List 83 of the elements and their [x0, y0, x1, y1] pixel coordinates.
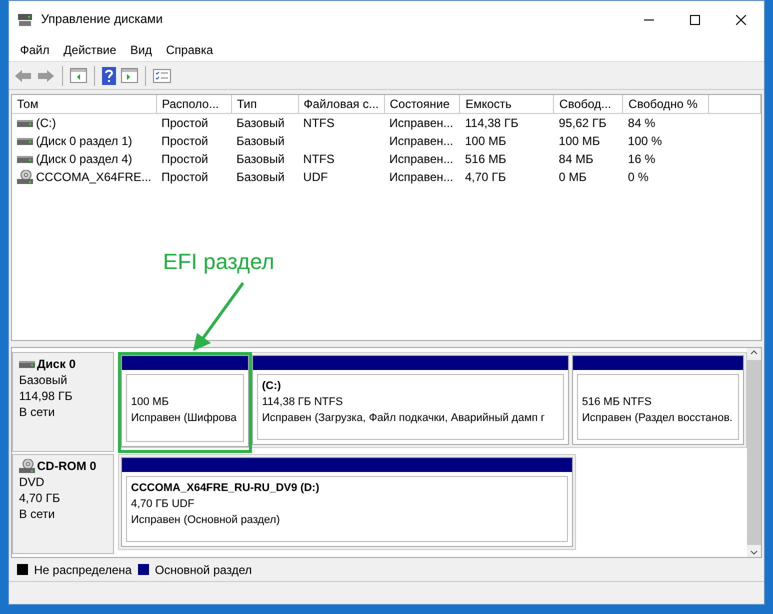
- table-cell: Исправен...: [389, 170, 454, 184]
- partition-status: Исправен (Загрузка, Файл подкачки, Аварийный дамп г: [262, 411, 546, 426]
- table-cell: 84 %: [628, 116, 656, 130]
- partition-status: Исправен (Раздел восстанов.: [582, 411, 734, 426]
- table-cell: Простой: [161, 134, 208, 148]
- disk-type: DVD: [19, 474, 46, 490]
- partition-block[interactable]: CCCOMA_X64FRE_RU-RU_DV9 (D:) 4,70 ГБ UDF Исправен (Основной раздел): [121, 457, 573, 547]
- disk-drive-icon: [17, 136, 33, 146]
- optical-drive-icon: [17, 170, 33, 184]
- table-cell: Исправен...: [389, 134, 454, 148]
- disk-name: CD-ROM 0: [37, 458, 96, 474]
- table-cell: NTFS: [303, 152, 335, 166]
- disk-drive-icon: [17, 154, 33, 164]
- partition-block[interactable]: (C:) 114,38 ГБ NTFS Исправен (Загрузка, Файл подкачки, Аварийный дамп г: [252, 355, 569, 445]
- disk-size: 114,98 ГБ: [19, 388, 74, 404]
- table-cell: 516 МБ: [464, 152, 506, 166]
- optical-drive-icon: [19, 459, 35, 473]
- column-header[interactable]: Том: [12, 95, 156, 114]
- table-cell: 84 МБ: [558, 152, 594, 166]
- table-cell: Базовый: [236, 116, 285, 130]
- table-cell-text: CCCOMA_X64FRE...: [36, 169, 152, 186]
- column-header[interactable]: Файловая с...: [298, 95, 384, 114]
- annotation-label: EFI раздел: [163, 248, 274, 276]
- table-cell: Исправен...: [389, 152, 454, 166]
- menu-item[interactable]: Файл: [13, 40, 57, 58]
- menu-item[interactable]: Справка: [159, 40, 220, 58]
- table-cell: 16 %: [628, 152, 656, 166]
- scrollbar[interactable]: [747, 348, 761, 557]
- table-cell: 100 МБ: [464, 134, 506, 148]
- disk-type: Базовый: [19, 372, 68, 388]
- disk-status: В сети: [19, 506, 56, 522]
- partition-size: 100 МБ: [131, 395, 170, 410]
- table-cell: UDF: [303, 170, 328, 184]
- table-cell: 0 %: [628, 170, 649, 184]
- disk-name: Диск 0: [37, 356, 76, 372]
- disk-drive-icon: [19, 359, 35, 369]
- column-header[interactable]: Располо...: [156, 95, 232, 114]
- table-cell: NTFS: [303, 116, 335, 130]
- table-cell: 100 %: [628, 134, 662, 148]
- table-cell: 95,62 ГБ: [558, 116, 607, 130]
- window-title: Управление дисками: [41, 11, 163, 28]
- partition-label: CCCOMA_X64FRE_RU-RU_DV9 (D:): [131, 481, 320, 496]
- table-cell: Исправен...: [389, 116, 454, 130]
- partition-size: 4,70 ГБ UDF: [131, 497, 196, 512]
- partition-label: (C:): [262, 379, 282, 394]
- partition-size: 516 МБ NTFS: [582, 395, 653, 410]
- table-cell: Базовый: [236, 152, 285, 166]
- disk-size: 4,70 ГБ: [19, 490, 62, 506]
- table-cell-text: (Диск 0 раздел 1): [36, 133, 132, 150]
- legend-label: Не распределена: [34, 562, 132, 578]
- table-cell: 114,38 ГБ: [464, 116, 519, 130]
- column-header[interactable]: Состояние: [384, 95, 460, 114]
- table-cell: 100 МБ: [558, 134, 600, 148]
- partition-size: 114,38 ГБ NTFS: [262, 395, 344, 410]
- table-cell-text: (Диск 0 раздел 4): [36, 151, 132, 168]
- help-icon[interactable]: [101, 66, 117, 86]
- partition-status: Исправен (Шифрова: [131, 411, 238, 426]
- menu-item[interactable]: Вид: [123, 40, 159, 58]
- disk-status: В сети: [19, 404, 56, 420]
- table-cell: Простой: [161, 116, 208, 130]
- table-cell: Базовый: [236, 170, 285, 184]
- forward-arrow-icon[interactable]: [36, 68, 56, 84]
- menu-item[interactable]: Действие: [56, 40, 124, 58]
- disk-drive-icon: [17, 12, 33, 26]
- table-cell: Простой: [161, 170, 208, 184]
- back-arrow-icon[interactable]: [13, 68, 33, 84]
- partition-block[interactable]: 516 МБ NTFS Исправен (Раздел восстанов.: [572, 355, 744, 445]
- table-cell: Базовый: [236, 134, 285, 148]
- table-cell: Простой: [161, 152, 208, 166]
- partition-status: Исправен (Основной раздел): [131, 513, 281, 528]
- table-cell: 4,70 ГБ: [464, 170, 506, 184]
- column-header[interactable]: Тип: [231, 95, 298, 114]
- legend-label: Основной раздел: [154, 562, 252, 578]
- table-cell-text: (C:): [36, 115, 56, 132]
- panel-icon[interactable]: [69, 67, 88, 84]
- checklist-icon[interactable]: [152, 68, 172, 84]
- table-cell: 0 МБ: [558, 170, 587, 184]
- disk-drive-icon: [17, 118, 33, 128]
- column-header[interactable]: Свобод...: [554, 95, 623, 114]
- column-header[interactable]: Свободно %: [622, 95, 708, 114]
- partition-block[interactable]: 100 МБ Исправен (Шифрова: [121, 355, 249, 447]
- panel-icon[interactable]: [120, 67, 139, 84]
- column-header[interactable]: Емкость: [460, 95, 554, 114]
